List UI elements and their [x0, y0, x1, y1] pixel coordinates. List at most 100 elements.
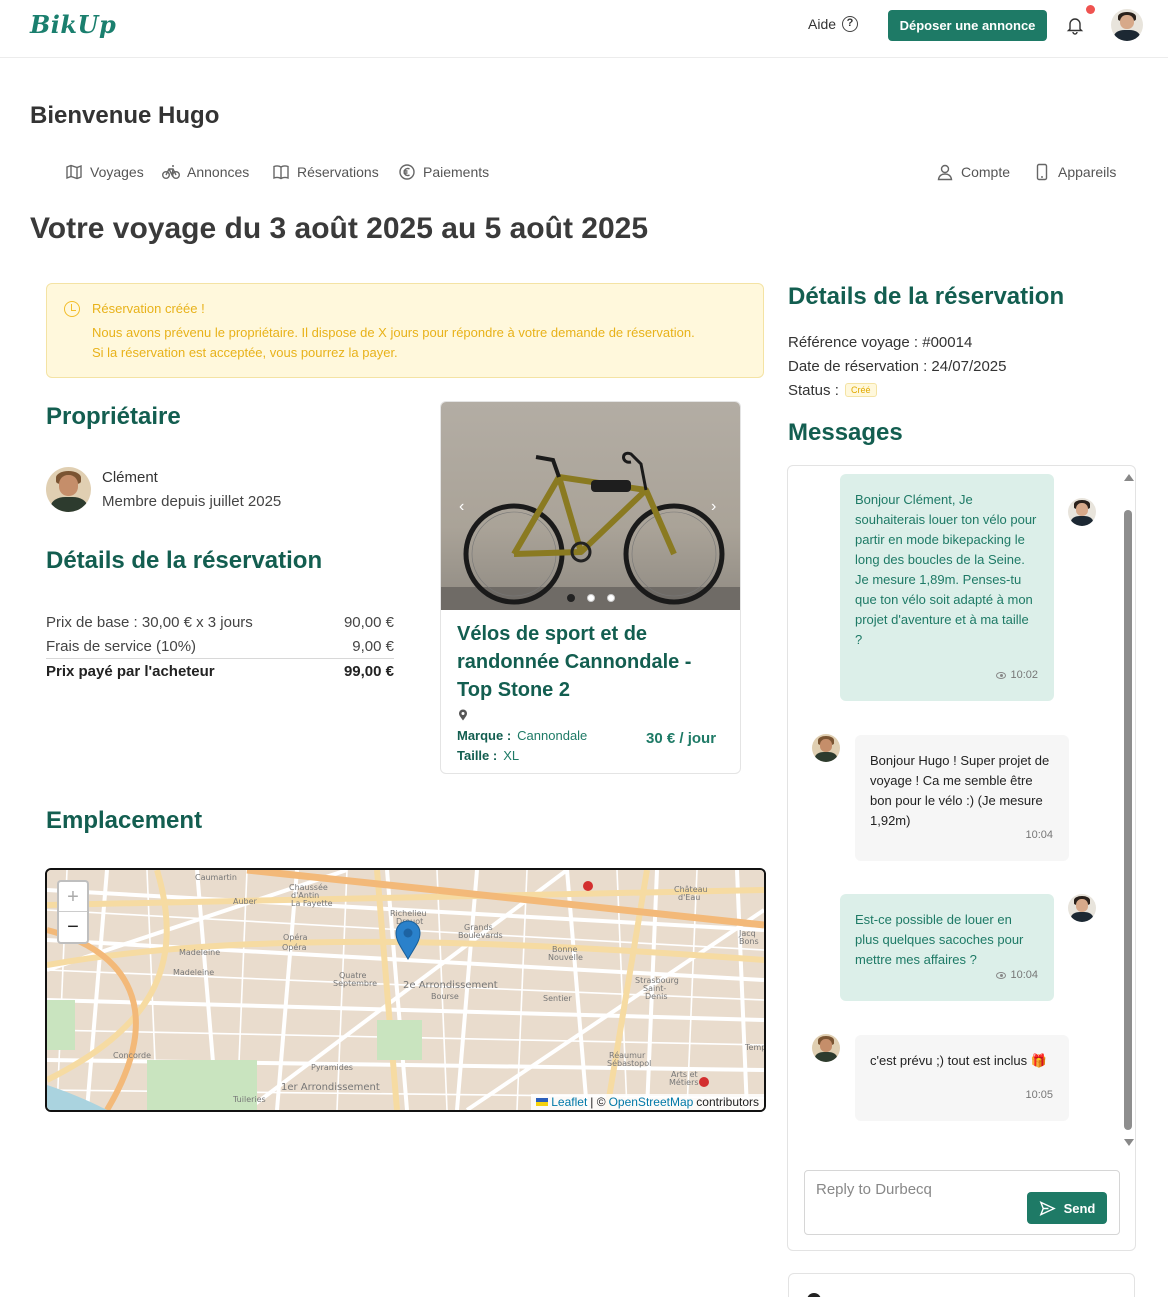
map-marker-icon[interactable] — [395, 920, 421, 960]
location-heading: Emplacement — [46, 807, 203, 834]
tab-compte[interactable]: Compte — [936, 163, 1010, 181]
welcome-heading: Bienvenue Hugo — [30, 102, 220, 129]
pricing-heading: Détails de la réservation — [46, 547, 323, 574]
carousel-dot[interactable] — [567, 594, 575, 602]
carousel-prev-icon[interactable]: ‹ — [459, 498, 464, 516]
price-total-label: Prix payé par l'acheteur — [46, 663, 215, 680]
svg-text:2e Arrondissement: 2e Arrondissement — [403, 980, 498, 991]
location-map[interactable]: Caumartin Chaussée d'Antin La Fayette Au… — [45, 868, 766, 1112]
bottom-card — [788, 1273, 1135, 1297]
message-time-value: 10:04 — [1010, 969, 1038, 981]
user-icon — [937, 164, 953, 181]
message-time-value: 10:02 — [1010, 669, 1038, 681]
price-row-total: Prix payé par l'acheteur 99,00 € — [46, 663, 394, 680]
attribution-tail: contributors — [696, 1095, 759, 1109]
status-label: Status : — [788, 382, 839, 399]
svg-text:Opéra: Opéra — [282, 942, 307, 952]
alert-line-1: Nous avons prévenu le propriétaire. Il d… — [92, 325, 695, 340]
listing-brand: Marque : Cannondale — [457, 728, 587, 743]
owner-avatar[interactable] — [46, 467, 91, 512]
tab-appareils[interactable]: Appareils — [1033, 163, 1116, 181]
user-avatar[interactable] — [1111, 9, 1143, 41]
price-base-label: Prix de base : 30,00 € x 3 jours — [46, 614, 253, 631]
carousel-dot[interactable] — [587, 594, 595, 602]
svg-text:Métiers: Métiers — [669, 1077, 699, 1087]
message-text: c'est prévu ;) tout est inclus 🎁 — [870, 1053, 1047, 1068]
indicator-dot — [807, 1293, 821, 1297]
tab-reservations-label: Réservations — [297, 164, 379, 180]
tab-voyages[interactable]: Voyages — [65, 163, 144, 181]
carousel-dots — [567, 594, 615, 602]
price-base-value: 90,00 € — [343, 614, 394, 631]
svg-text:Nouvelle: Nouvelle — [548, 953, 583, 962]
owner-message-avatar — [812, 1034, 840, 1062]
alert-title: Réservation créée ! — [92, 301, 205, 316]
zoom-out-button[interactable]: − — [59, 912, 87, 942]
message-text: Est-ce possible de louer en plus quelque… — [855, 912, 1024, 967]
ukraine-flag-icon — [536, 1098, 549, 1106]
message-bubble-sent: Est-ce possible de louer en plus quelque… — [840, 894, 1054, 1001]
message-time: 10:05 — [1025, 1089, 1053, 1101]
bike-photo-carousel[interactable]: ‹ › — [441, 402, 740, 610]
carousel-dot[interactable] — [607, 594, 615, 602]
svg-text:Auber: Auber — [233, 897, 258, 906]
help-label: Aide — [808, 16, 837, 32]
send-button[interactable]: Send — [1027, 1192, 1107, 1224]
scroll-down-arrow-icon[interactable] — [1124, 1139, 1134, 1146]
bike-photo — [441, 451, 740, 610]
message-bubble-sent: Bonjour Clément, Je souhaiterais louer t… — [840, 474, 1054, 701]
date-label: Date de réservation : — [788, 358, 928, 375]
zoom-in-button[interactable]: + — [59, 882, 87, 912]
send-label: Send — [1063, 1200, 1096, 1216]
tab-reservations[interactable]: Réservations — [272, 163, 379, 181]
reply-box: Send — [804, 1170, 1120, 1235]
message-bubble-received: Bonjour Hugo ! Super projet de voyage ! … — [855, 735, 1069, 861]
price-row-service: Frais de service (10%) 9,00 € — [46, 638, 394, 655]
svg-text:1er Arrondissement: 1er Arrondissement — [281, 1082, 380, 1093]
status-line: Status : — [788, 382, 839, 399]
svg-text:Caumartin: Caumartin — [195, 873, 237, 882]
message-bubble-received: c'est prévu ;) tout est inclus 🎁 10:05 — [855, 1035, 1069, 1121]
message-text: Bonjour Hugo ! Super projet de voyage ! … — [870, 753, 1050, 828]
osm-link[interactable]: OpenStreetMap — [609, 1095, 694, 1109]
tab-voyages-label: Voyages — [90, 164, 144, 180]
brand-label: Marque : — [457, 728, 512, 743]
book-icon — [273, 165, 289, 180]
svg-text:Madeleine: Madeleine — [173, 968, 214, 977]
svg-text:Sébastopol: Sébastopol — [607, 1058, 651, 1068]
message-scrollbar[interactable] — [1124, 510, 1132, 1130]
bell-icon[interactable] — [1066, 15, 1084, 35]
seen-eye-icon — [996, 671, 1007, 679]
brand-value: Cannondale — [517, 728, 588, 743]
message-text: Bonjour Clément, Je souhaiterais louer t… — [855, 492, 1037, 647]
tab-compte-label: Compte — [961, 164, 1011, 180]
svg-text:Madeleine: Madeleine — [179, 948, 220, 957]
post-listing-button[interactable]: Déposer une annonce — [888, 10, 1047, 41]
scroll-up-arrow-icon[interactable] — [1124, 474, 1134, 481]
tab-paiements-label: Paiements — [423, 164, 490, 180]
map-attribution: Leaflet | © OpenStreetMap contributors — [531, 1094, 764, 1110]
tab-appareils-label: Appareils — [1058, 164, 1117, 180]
send-icon — [1039, 1200, 1056, 1216]
message-time: 10:02 — [996, 665, 1038, 685]
price-service-label: Frais de service (10%) — [46, 638, 197, 655]
owner-message-avatar — [812, 734, 840, 762]
listing-card[interactable]: ‹ › Vélos de sport et de randonnée Canno… — [440, 401, 741, 774]
message-time: 10:04 — [996, 965, 1038, 985]
listing-size: Taille : XL — [457, 748, 519, 763]
price-divider — [46, 658, 394, 659]
svg-text:Sentier: Sentier — [543, 994, 572, 1003]
price-total-value: 99,00 € — [343, 663, 394, 680]
details-heading: Détails de la réservation — [788, 283, 1065, 310]
leaflet-link[interactable]: Leaflet — [551, 1095, 587, 1109]
listing-title[interactable]: Vélos de sport et de randonnée Cannondal… — [457, 620, 732, 704]
bikup-logo[interactable]: BikUp — [30, 10, 116, 39]
clock-icon — [64, 301, 80, 317]
help-link[interactable]: Aide ? — [808, 16, 859, 32]
tab-annonces[interactable]: Annonces — [162, 163, 249, 181]
tab-paiements[interactable]: Paiements — [398, 163, 489, 181]
reply-input[interactable] — [816, 1181, 1016, 1198]
owner-heading: Propriétaire — [46, 403, 181, 430]
question-icon: ? — [842, 16, 859, 32]
carousel-next-icon[interactable]: › — [711, 498, 716, 516]
